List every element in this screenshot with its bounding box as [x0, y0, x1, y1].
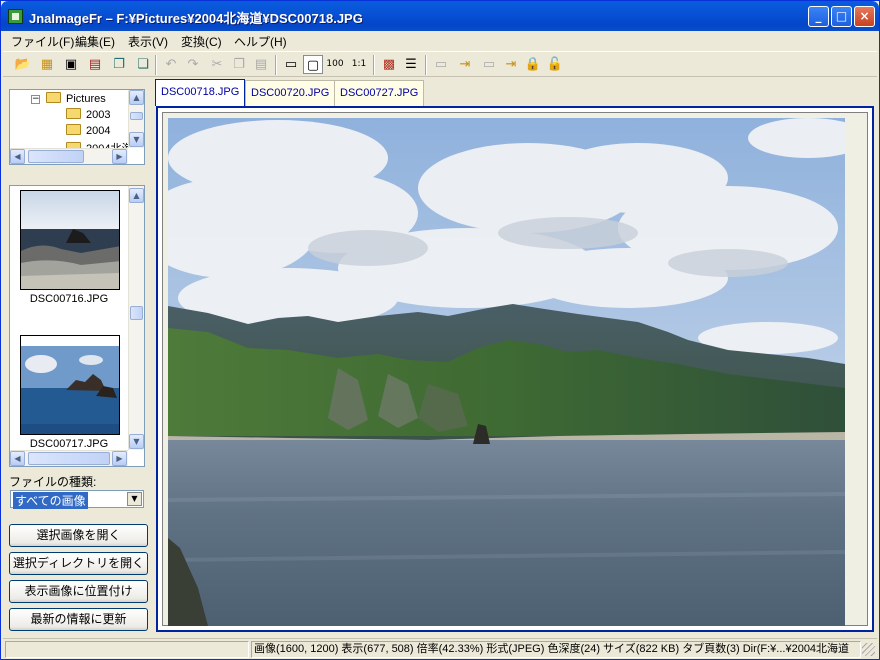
- tree-horizontal-scrollbar[interactable]: ◀ ▶: [10, 148, 128, 164]
- scroll-up-icon[interactable]: ▲: [129, 188, 144, 203]
- open-selected-image-button[interactable]: 選択画像を開く: [9, 524, 148, 547]
- tree-vertical-scrollbar[interactable]: ▲ ▼: [128, 90, 144, 148]
- menu-convert[interactable]: 変換(C): [181, 33, 222, 50]
- menu-help[interactable]: ヘルプ(H): [234, 33, 287, 50]
- tree-item-pictures[interactable]: Pictures: [46, 92, 106, 105]
- status-bar: 画像(1600, 1200) 表示(677, 508) 倍率(42.33%) 形…: [3, 638, 877, 659]
- zoom-100-icon[interactable]: 100: [325, 55, 345, 74]
- scroll-left-icon[interactable]: ◀: [10, 451, 25, 466]
- thumbnail-image[interactable]: [20, 335, 120, 435]
- tree-item-2004[interactable]: 2004: [66, 124, 110, 137]
- scroll-up-icon[interactable]: ▲: [129, 90, 144, 105]
- folder-disabled-icon[interactable]: ▭: [431, 55, 451, 74]
- open-selected-directory-button[interactable]: 選択ディレクトリを開く: [9, 552, 148, 575]
- refresh-button[interactable]: 最新の情報に更新: [9, 608, 148, 631]
- window-title: JnaImageFr – F:¥Pictures¥2004北海道¥DSC0071…: [29, 11, 363, 26]
- scroll-down-icon[interactable]: ▼: [129, 434, 144, 449]
- print-icon[interactable]: ▤: [85, 55, 105, 74]
- thumbnail-list[interactable]: DSC00716.JPG DSC00717.JPG ▲ ▼ ◀ ▶: [9, 185, 145, 467]
- chevron-down-icon[interactable]: ▼: [127, 492, 142, 506]
- copy-dir-icon[interactable]: ❐: [109, 55, 129, 74]
- resize-grip-icon[interactable]: [862, 643, 875, 656]
- folder-icon: [66, 108, 81, 119]
- tab-dsc00720[interactable]: DSC00720.JPG: [245, 80, 336, 106]
- scroll-thumb[interactable]: [28, 452, 110, 465]
- folder2-disabled-icon[interactable]: ▭: [479, 55, 499, 74]
- menu-file[interactable]: ファイル(F): [11, 33, 74, 50]
- menu-bar: ファイル(F) 編集(E) 表示(V) 変換(C) ヘルプ(H): [3, 31, 877, 51]
- redo-icon[interactable]: ↷: [183, 55, 203, 74]
- status-cell-empty: [5, 641, 249, 658]
- menu-edit[interactable]: 編集(E): [75, 33, 115, 50]
- menu-view[interactable]: 表示(V): [128, 33, 168, 50]
- scroll-down-icon[interactable]: ▼: [129, 132, 144, 147]
- scroll-thumb[interactable]: [130, 112, 143, 120]
- filetype-value: すべての画像: [13, 492, 88, 509]
- folder-tree[interactable]: − Pictures 2003 2004 2004北海道 ▲ ▼ ◀ ▶: [9, 89, 145, 165]
- minimize-button[interactable]: _: [808, 6, 829, 27]
- close-button[interactable]: ×: [854, 6, 875, 27]
- maximize-button[interactable]: □: [831, 6, 852, 27]
- cut-icon[interactable]: ✂: [207, 55, 227, 74]
- title-bar[interactable]: JnaImageFr – F:¥Pictures¥2004北海道¥DSC0071…: [1, 1, 879, 31]
- paste-icon[interactable]: ▤: [251, 55, 271, 74]
- move2-icon[interactable]: ⇥: [501, 55, 521, 74]
- scroll-thumb[interactable]: [130, 306, 143, 320]
- paste-dir-icon[interactable]: ❏: [133, 55, 153, 74]
- lock-icon[interactable]: 🔒: [523, 55, 543, 74]
- landscape-photo: [168, 118, 845, 626]
- thumbnail-horizontal-scrollbar[interactable]: ◀ ▶: [10, 450, 128, 466]
- tree-item-2003[interactable]: 2003: [66, 108, 110, 121]
- fit-window-icon[interactable]: ▭: [281, 55, 301, 74]
- save-icon[interactable]: ▣: [61, 55, 81, 74]
- scroll-thumb[interactable]: [28, 150, 84, 163]
- open-tree-icon[interactable]: ▦: [37, 55, 57, 74]
- tab-dsc00727[interactable]: DSC00727.JPG: [334, 80, 425, 106]
- thumbnail-picture: [21, 336, 119, 434]
- unlock-icon[interactable]: 🔓: [545, 55, 565, 74]
- list-view-icon[interactable]: ☰: [401, 55, 421, 74]
- filetype-select[interactable]: すべての画像 ▼: [10, 490, 144, 509]
- thumbnail-vertical-scrollbar[interactable]: ▲ ▼: [128, 186, 144, 450]
- collapse-icon[interactable]: −: [31, 95, 40, 104]
- thumbnail-label: DSC00716.JPG: [29, 293, 109, 305]
- main-window: JnaImageFr – F:¥Pictures¥2004北海道¥DSC0071…: [0, 0, 880, 660]
- image-viewer[interactable]: [156, 106, 874, 632]
- folder-icon: [46, 92, 61, 103]
- tab-dsc00718[interactable]: DSC00718.JPG: [155, 79, 246, 106]
- zoom-ratio-icon[interactable]: 1:1: [349, 55, 369, 74]
- app-icon: [8, 9, 23, 24]
- undo-icon[interactable]: ↶: [161, 55, 181, 74]
- thumbnail-view-icon[interactable]: ▩: [379, 55, 399, 74]
- thumbnail-image[interactable]: [20, 190, 120, 290]
- move-icon[interactable]: ⇥: [455, 55, 475, 74]
- full-screen-icon[interactable]: ▢: [303, 55, 323, 74]
- filetype-label: ファイルの種類:: [9, 475, 97, 489]
- thumbnail-label: DSC00717.JPG: [29, 438, 109, 450]
- scroll-left-icon[interactable]: ◀: [10, 149, 25, 164]
- folder-icon: [66, 124, 81, 135]
- toolbar: 📂 ▦ ▣ ▤ ❐ ❏ ↶ ↷ ✂ ❐ ▤ ▭ ▢ 100 1:1 ▩ ☰ ▭ …: [3, 51, 877, 77]
- scroll-right-icon[interactable]: ▶: [112, 451, 127, 466]
- copy-icon[interactable]: ❐: [229, 55, 249, 74]
- thumbnail-picture: [21, 191, 119, 289]
- status-info: 画像(1600, 1200) 表示(677, 508) 倍率(42.33%) 形…: [251, 641, 861, 658]
- open-folder-icon[interactable]: 📂: [13, 55, 33, 74]
- scroll-right-icon[interactable]: ▶: [112, 149, 127, 164]
- locate-displayed-image-button[interactable]: 表示画像に位置付け: [9, 580, 148, 603]
- image-canvas: [162, 112, 868, 626]
